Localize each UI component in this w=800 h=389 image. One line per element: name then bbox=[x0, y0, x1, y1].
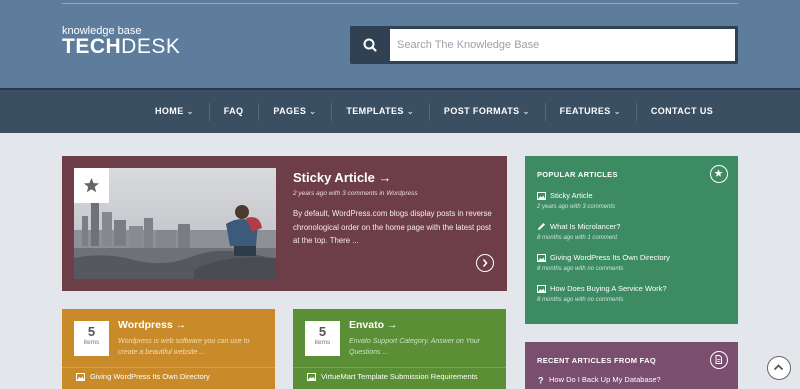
chevron-up-icon bbox=[773, 364, 784, 371]
document-icon bbox=[710, 351, 728, 369]
list-item-meta: 2 years ago with 3 comments bbox=[537, 204, 616, 210]
back-to-top-button[interactable] bbox=[767, 356, 791, 380]
site-logo[interactable]: TECHDESK bbox=[62, 35, 180, 59]
image-icon bbox=[307, 372, 316, 381]
search-icon[interactable] bbox=[350, 26, 390, 64]
item-count: 5 bbox=[87, 324, 96, 339]
site-header: knowledge base TECHDESK bbox=[0, 0, 800, 88]
nav-item-pages[interactable]: PAGES ⌄ bbox=[258, 90, 331, 133]
chevron-down-icon: ⌄ bbox=[309, 107, 317, 116]
category-title[interactable]: Envato → bbox=[349, 319, 397, 331]
item-count: 5 bbox=[318, 324, 327, 339]
image-icon bbox=[537, 191, 546, 200]
list-item-title: Sticky Article bbox=[550, 191, 593, 200]
article-meta: 2 years ago with 3 comments in Wordpress bbox=[293, 190, 418, 197]
list-item-title: Giving WordPress Its Own Directory bbox=[550, 253, 670, 262]
category-description: Wordpress is web software you can use to… bbox=[118, 338, 250, 356]
list-item[interactable]: VirtueMart Template Submission Requireme… bbox=[307, 372, 477, 381]
nav-item-label: HOME bbox=[155, 106, 184, 116]
nav-item-post-formats[interactable]: POST FORMATS ⌄ bbox=[428, 90, 545, 133]
category-description: Envato Support Category. Answer on Your … bbox=[349, 338, 481, 356]
star-icon bbox=[74, 168, 109, 203]
chevron-down-icon: ⌄ bbox=[186, 107, 194, 116]
chevron-down-icon: ⌄ bbox=[522, 107, 530, 116]
nav-item-templates[interactable]: TEMPLATES ⌄ bbox=[331, 90, 429, 133]
sticky-article-card: Sticky Article → 2 years ago with 3 comm… bbox=[62, 156, 507, 291]
nav-item-label: CONTACT US bbox=[650, 106, 714, 116]
nav-item-features[interactable]: FEATURES ⌄ bbox=[544, 90, 636, 133]
list-item-meta: 8 months ago with 1 comment bbox=[537, 235, 618, 241]
nav-item-contact-us[interactable]: CONTACT US bbox=[635, 90, 728, 133]
list-item[interactable]: Giving WordPress Its Own Directory bbox=[76, 372, 210, 381]
list-item-meta: 8 months ago with no comments bbox=[537, 266, 624, 272]
list-item[interactable]: Giving WordPress Its Own Directory 8 mon… bbox=[537, 253, 670, 272]
nav-item-label: FEATURES bbox=[559, 106, 611, 116]
category-card-envato: 5 items Envato → Envato Support Category… bbox=[293, 309, 506, 389]
divider bbox=[62, 367, 275, 368]
chevron-down-icon: ⌄ bbox=[406, 107, 414, 116]
image-icon bbox=[537, 253, 546, 262]
nav-item-faq[interactable]: FAQ bbox=[208, 90, 259, 133]
article-excerpt: By default, WordPress.com blogs display … bbox=[293, 209, 492, 245]
logo-bold: TECH bbox=[62, 35, 122, 58]
chevron-down-icon: ⌄ bbox=[613, 107, 621, 116]
image-icon bbox=[76, 372, 85, 381]
list-item[interactable]: ? How Do I Back Up My Database? bbox=[537, 375, 661, 384]
nav-item-label: FAQ bbox=[223, 106, 244, 116]
widget-title: RECENT ARTICLES FROM FAQ bbox=[537, 356, 657, 365]
item-count-label: items bbox=[83, 339, 100, 346]
header-divider bbox=[62, 3, 738, 4]
item-count-badge: 5 items bbox=[74, 321, 109, 356]
question-icon: ? bbox=[538, 376, 544, 384]
nav-item-label: POST FORMATS bbox=[443, 106, 520, 116]
item-count-label: items bbox=[314, 339, 331, 346]
chevron-right-icon bbox=[482, 258, 488, 268]
star-icon bbox=[710, 165, 728, 183]
list-item[interactable]: Sticky Article 2 years ago with 3 commen… bbox=[537, 191, 615, 210]
read-more-button[interactable] bbox=[476, 254, 494, 272]
svg-text:?: ? bbox=[538, 376, 544, 384]
category-title[interactable]: Wordpress → bbox=[118, 319, 186, 331]
list-item-title: Giving WordPress Its Own Directory bbox=[90, 372, 210, 381]
search-bar bbox=[350, 26, 738, 64]
item-count-badge: 5 items bbox=[305, 321, 340, 356]
category-card-wordpress: 5 items Wordpress → Wordpress is web sof… bbox=[62, 309, 275, 389]
nav-item-home[interactable]: HOME ⌄ bbox=[140, 90, 209, 133]
divider bbox=[293, 367, 506, 368]
list-item-title: What Is Microlancer? bbox=[550, 222, 621, 231]
popular-articles-widget: POPULAR ARTICLES Sticky Article 2 years … bbox=[525, 156, 738, 324]
list-item-title: How Does Buying A Service Work? bbox=[550, 284, 667, 293]
list-item-title: How Do I Back Up My Database? bbox=[549, 375, 661, 384]
logo-light: DESK bbox=[121, 35, 181, 58]
list-item[interactable]: What Is Microlancer? 8 months ago with 1… bbox=[537, 222, 620, 241]
list-item[interactable]: How Does Buying A Service Work? 8 months… bbox=[537, 284, 667, 303]
main-nav: HOME ⌄ FAQ PAGES ⌄ TEMPLATES ⌄ POST FORMATS… bbox=[0, 88, 800, 133]
image-icon bbox=[537, 284, 546, 293]
recent-faq-widget: RECENT ARTICLES FROM FAQ ? How Do I Back… bbox=[525, 342, 738, 389]
pencil-icon bbox=[538, 223, 545, 230]
widget-title: POPULAR ARTICLES bbox=[537, 170, 618, 179]
nav-item-label: PAGES bbox=[273, 106, 307, 116]
nav-item-label: TEMPLATES bbox=[346, 106, 404, 116]
article-title[interactable]: Sticky Article → bbox=[293, 170, 392, 185]
list-item-meta: 8 months ago with no comments bbox=[537, 297, 624, 303]
list-item-title: VirtueMart Template Submission Requireme… bbox=[321, 372, 478, 381]
search-input[interactable] bbox=[390, 29, 735, 61]
